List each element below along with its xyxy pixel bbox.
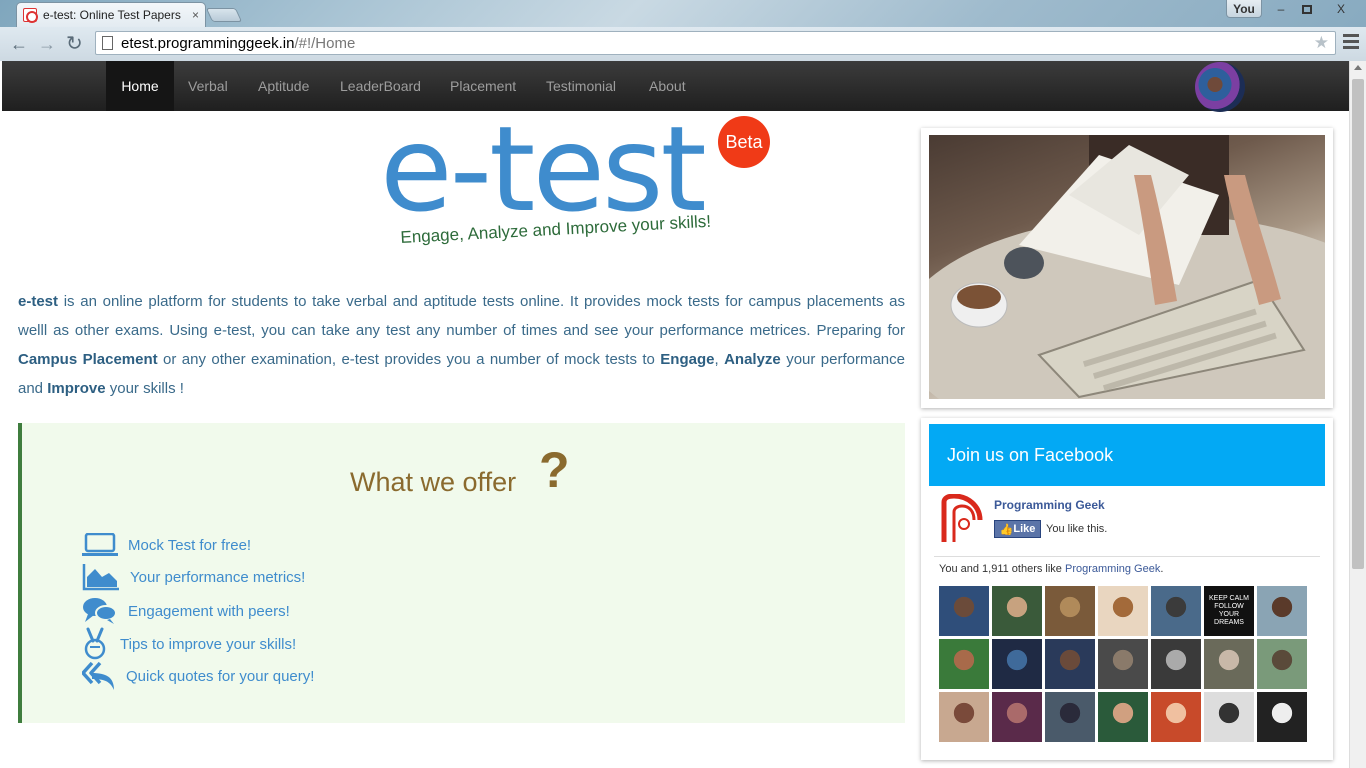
tab-title: e-test: Online Test Papers bbox=[43, 8, 181, 22]
browser-tab[interactable]: e-test: Online Test Papers × bbox=[16, 2, 206, 27]
back-arrow-icon[interactable]: ← bbox=[10, 34, 28, 55]
intro-keyword: Improve bbox=[47, 380, 106, 397]
intro-keyword: Engage bbox=[660, 351, 715, 368]
friend-avatar[interactable] bbox=[1045, 586, 1095, 636]
laptop-icon bbox=[82, 533, 118, 556]
facebook-friend-grid: KEEP CALM FOLLOW YOUR DREAMS bbox=[939, 586, 1309, 742]
etest-logo: e-test bbox=[380, 100, 707, 238]
nav-aptitude[interactable]: Aptitude bbox=[258, 61, 309, 111]
restore-icon bbox=[1302, 4, 1312, 14]
scroll-thumb[interactable] bbox=[1352, 79, 1364, 569]
typing-photo bbox=[929, 135, 1325, 399]
facebook-header: Join us on Facebook bbox=[929, 424, 1325, 486]
friend-avatar[interactable] bbox=[939, 639, 989, 689]
offer-title: What we offer bbox=[350, 467, 517, 497]
url-host: etest.programminggeek.in bbox=[121, 34, 295, 52]
profile-button[interactable]: You bbox=[1226, 0, 1262, 18]
bookmark-star-icon[interactable]: ★ bbox=[1314, 33, 1329, 53]
friend-avatar[interactable] bbox=[1151, 639, 1201, 689]
favicon-icon bbox=[23, 8, 38, 23]
offer-item: Tips to improve your skills! bbox=[82, 627, 296, 661]
close-window-button[interactable]: X bbox=[1320, 0, 1362, 18]
forward-arrow-icon[interactable]: → bbox=[38, 34, 56, 55]
intro-keyword: Campus Placement bbox=[18, 351, 158, 368]
area-chart-icon bbox=[82, 564, 119, 591]
count-suffix: . bbox=[1160, 563, 1164, 575]
friend-avatar[interactable] bbox=[939, 586, 989, 636]
intro-keyword: Analyze bbox=[724, 351, 781, 368]
count-page-link[interactable]: Programming Geek bbox=[1065, 563, 1160, 575]
offer-item-label: Engagement with peers! bbox=[128, 602, 290, 620]
question-mark-icon: ? bbox=[539, 442, 570, 498]
friend-avatar[interactable] bbox=[1098, 692, 1148, 742]
offer-item: Your performance metrics! bbox=[82, 563, 305, 591]
friend-avatar[interactable] bbox=[1257, 586, 1307, 636]
offer-item-label: Mock Test for free! bbox=[128, 536, 252, 554]
page-scrollbar[interactable] bbox=[1349, 61, 1366, 768]
friend-avatar[interactable] bbox=[1257, 692, 1307, 742]
count-text: You and 1,911 others like bbox=[939, 563, 1065, 575]
keep-calm-poster[interactable]: KEEP CALM FOLLOW YOUR DREAMS bbox=[1204, 586, 1254, 636]
friend-avatar[interactable] bbox=[939, 692, 989, 742]
beta-badge: Beta bbox=[718, 116, 770, 168]
offer-item: Quick quotes for your query! bbox=[82, 661, 314, 691]
url-path: /#!/Home bbox=[294, 34, 356, 52]
facebook-divider bbox=[934, 556, 1320, 557]
offer-item: Engagement with peers! bbox=[82, 597, 290, 625]
scroll-up-icon[interactable] bbox=[1354, 65, 1362, 70]
friend-avatar[interactable] bbox=[992, 692, 1042, 742]
reply-all-icon bbox=[82, 661, 114, 690]
intro-text: , bbox=[714, 351, 725, 368]
minimize-button[interactable]: – bbox=[1268, 0, 1294, 18]
programming-geek-logo[interactable] bbox=[936, 493, 986, 544]
browser-menu-icon[interactable] bbox=[1343, 34, 1359, 50]
nav-verbal[interactable]: Verbal bbox=[188, 61, 228, 111]
nav-home[interactable]: Home bbox=[106, 61, 174, 111]
thumbs-up-icon: 👍 bbox=[999, 523, 1014, 536]
intro-text: your skills ! bbox=[105, 380, 184, 397]
offer-item: Mock Test for free! bbox=[82, 533, 251, 557]
friend-avatar[interactable] bbox=[1257, 639, 1307, 689]
friend-avatar[interactable] bbox=[992, 586, 1042, 636]
friend-avatar[interactable] bbox=[1098, 586, 1148, 636]
intro-brand: e-test bbox=[18, 293, 59, 310]
offer-panel: What we offer ? Mock Test for free! Your… bbox=[18, 423, 905, 723]
facebook-like-button[interactable]: 👍 Like bbox=[994, 520, 1041, 538]
you-like-text: You like this. bbox=[1046, 523, 1108, 535]
facebook-like-count: You and 1,911 others like Programming Ge… bbox=[939, 563, 1163, 575]
facebook-card: Join us on Facebook Programming Geek 👍 Li… bbox=[921, 418, 1333, 760]
offer-item-label: Quick quotes for your query! bbox=[126, 667, 315, 685]
hero-photo-card bbox=[921, 128, 1333, 408]
page-icon bbox=[102, 36, 113, 50]
friend-avatar[interactable] bbox=[1045, 639, 1095, 689]
friend-avatar[interactable] bbox=[1098, 639, 1148, 689]
friend-avatar[interactable] bbox=[1204, 639, 1254, 689]
intro-text: is an online platform for students to ta… bbox=[18, 293, 905, 339]
new-tab-button[interactable] bbox=[205, 8, 243, 22]
friend-avatar[interactable] bbox=[992, 639, 1042, 689]
offer-item-label: Your performance metrics! bbox=[130, 568, 306, 586]
like-label: Like bbox=[1013, 523, 1036, 535]
friend-avatar[interactable] bbox=[1204, 692, 1254, 742]
intro-paragraph: e-test is an online platform for student… bbox=[18, 287, 905, 403]
facebook-page-name[interactable]: Programming Geek bbox=[994, 498, 1105, 512]
intro-text: or any other examination, e-test provide… bbox=[157, 351, 661, 368]
user-avatar[interactable] bbox=[1195, 62, 1245, 112]
offer-item-label: Tips to improve your skills! bbox=[120, 635, 297, 653]
address-bar[interactable]: etest.programminggeek.in/#!/Home ★ bbox=[95, 31, 1336, 55]
friend-avatar[interactable] bbox=[1151, 586, 1201, 636]
maximize-button[interactable] bbox=[1294, 0, 1320, 18]
peace-hand-icon bbox=[84, 627, 106, 660]
friend-avatar[interactable] bbox=[1151, 692, 1201, 742]
reload-icon[interactable]: ↻ bbox=[66, 31, 83, 56]
friend-avatar[interactable] bbox=[1045, 692, 1095, 742]
tab-close-icon[interactable]: × bbox=[192, 8, 199, 22]
comments-icon bbox=[83, 598, 117, 624]
